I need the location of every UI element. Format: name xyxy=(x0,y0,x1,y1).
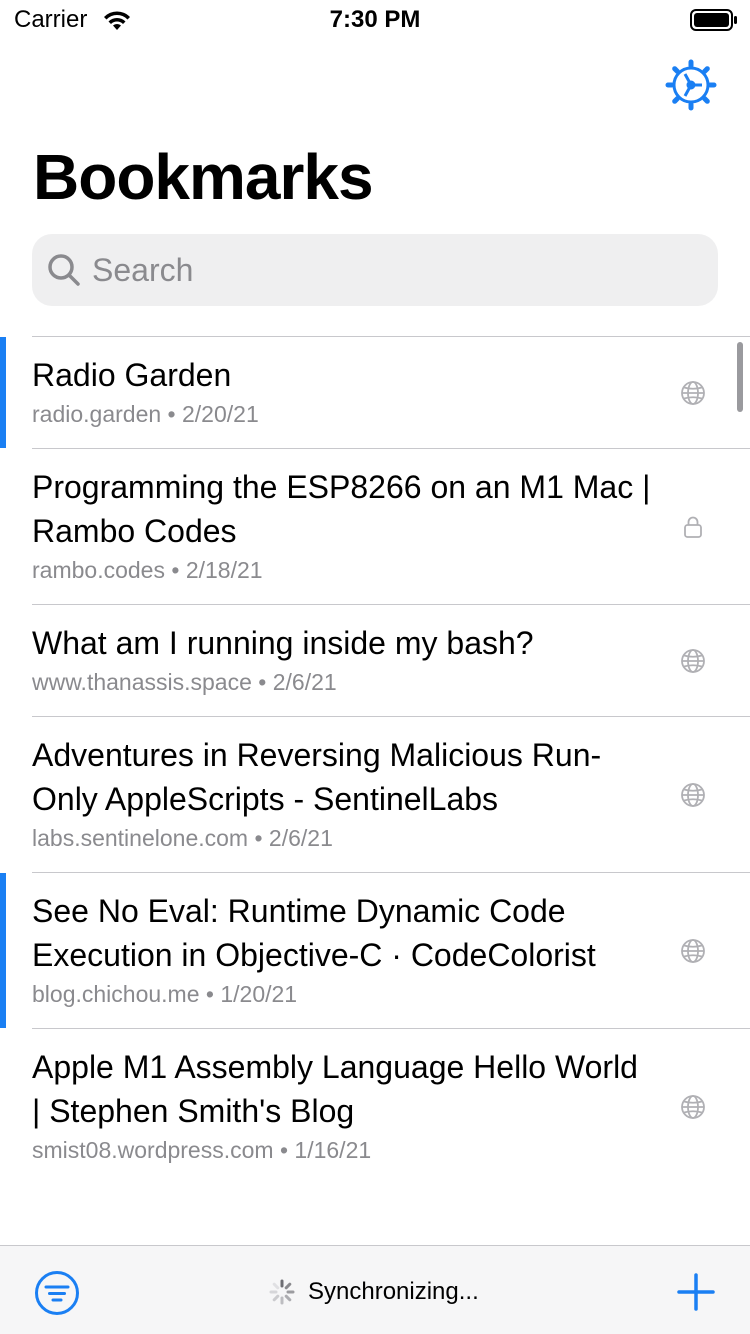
search-input[interactable] xyxy=(92,234,692,306)
bookmark-row[interactable]: Apple M1 Assembly Language Hello World |… xyxy=(32,1028,750,1184)
bookmark-domain: smist08.wordpress.com xyxy=(32,1137,274,1163)
bookmark-meta: blog.chichou.me • 1/20/21 xyxy=(32,981,298,1007)
bookmark-date: 1/20/21 xyxy=(220,981,298,1007)
bookmark-list: Radio Garden radio.garden • 2/20/21 Prog… xyxy=(0,336,750,1184)
plus-icon xyxy=(677,1273,715,1311)
bookmark-domain: www.thanassis.space xyxy=(32,669,252,695)
bookmark-meta: radio.garden • 2/20/21 xyxy=(32,401,259,427)
bookmark-row[interactable]: Radio Garden radio.garden • 2/20/21 xyxy=(0,336,750,448)
bookmark-row[interactable]: See No Eval: Runtime Dynamic Code Execut… xyxy=(0,872,750,1028)
page-title: Bookmarks xyxy=(33,141,374,213)
bookmark-title: Radio Garden xyxy=(32,357,232,393)
bookmark-meta: www.thanassis.space • 2/6/21 xyxy=(32,669,337,695)
globe-icon xyxy=(680,648,706,674)
bookmark-date: 2/20/21 xyxy=(182,401,259,427)
search-bar[interactable] xyxy=(32,234,718,306)
bottom-toolbar: Synchronizing... xyxy=(0,1245,750,1334)
globe-icon xyxy=(680,1094,706,1120)
add-bookmark-button[interactable] xyxy=(676,1272,716,1312)
search-icon xyxy=(48,254,80,286)
bookmark-domain: radio.garden xyxy=(32,401,162,427)
lock-icon xyxy=(680,514,706,540)
battery-icon xyxy=(690,9,737,31)
globe-icon xyxy=(680,380,706,406)
spinner-icon xyxy=(269,1279,295,1305)
bookmark-row[interactable]: What am I running inside my bash? www.th… xyxy=(32,604,750,716)
bookmark-date: 2/18/21 xyxy=(185,557,263,583)
filter-button[interactable] xyxy=(34,1270,80,1316)
gear-icon xyxy=(665,59,717,111)
sync-label: Synchronizing... xyxy=(308,1278,479,1305)
bookmark-domain: labs.sentinelone.com xyxy=(32,825,249,851)
bookmark-row[interactable]: Adventures in Reversing Malicious Run-On… xyxy=(32,716,750,872)
globe-icon xyxy=(680,782,706,808)
unread-indicator xyxy=(0,873,6,1028)
bookmark-title: What am I running inside my bash? xyxy=(32,625,534,661)
bookmark-title: Adventures in Reversing Malicious Run-On… xyxy=(32,737,602,817)
bookmark-date: 2/6/21 xyxy=(272,669,337,695)
bookmark-row[interactable]: Programming the ESP8266 on an M1 Mac | R… xyxy=(32,448,750,604)
bookmark-title: Programming the ESP8266 on an M1 Mac | R… xyxy=(32,469,651,549)
unread-indicator xyxy=(0,337,6,448)
scrollbar[interactable] xyxy=(737,342,743,412)
bookmark-date: 1/16/21 xyxy=(294,1137,372,1163)
bookmark-title: Apple M1 Assembly Language Hello World |… xyxy=(32,1049,638,1129)
sync-status: Synchronizing... xyxy=(268,1276,479,1308)
bookmark-domain: rambo.codes xyxy=(32,557,165,583)
filter-icon xyxy=(35,1271,79,1315)
bookmark-title: See No Eval: Runtime Dynamic Code Execut… xyxy=(32,893,596,973)
bookmark-meta: rambo.codes • 2/18/21 xyxy=(32,557,263,583)
bookmark-meta: labs.sentinelone.com • 2/6/21 xyxy=(32,825,333,851)
bookmark-meta: smist08.wordpress.com • 1/16/21 xyxy=(32,1137,372,1163)
settings-button[interactable] xyxy=(664,58,718,112)
globe-icon xyxy=(680,938,706,964)
status-bar: Carrier 7:30 PM xyxy=(0,0,750,40)
clock: 7:30 PM xyxy=(329,6,421,33)
bookmark-domain: blog.chichou.me xyxy=(32,981,200,1007)
bookmark-date: 2/6/21 xyxy=(268,825,333,851)
